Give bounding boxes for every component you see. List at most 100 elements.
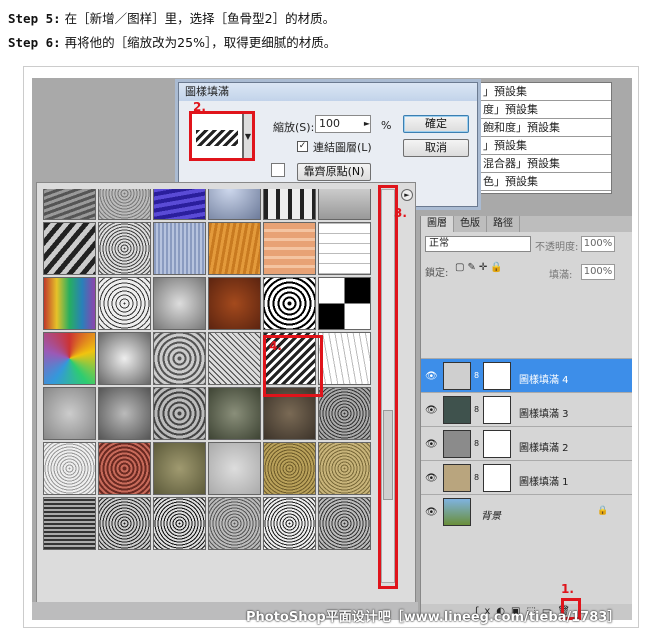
tab-paths[interactable]: 路徑 — [487, 216, 520, 232]
pattern-swatch[interactable] — [98, 222, 151, 275]
link-layer-checkbox[interactable]: ✓ — [297, 141, 308, 152]
pattern-picker: ► 4. — [36, 182, 416, 620]
picker-menu-icon[interactable]: ► — [401, 189, 413, 201]
layer-thumbnail — [443, 430, 471, 458]
annotation-2: 2. — [193, 100, 206, 114]
preset-item[interactable]: 」預設集 — [479, 137, 611, 155]
tab-layers[interactable]: 圖層 — [421, 216, 454, 232]
tab-channels[interactable]: 色版 — [454, 216, 487, 232]
watermark: PhotoShop平面设计吧［www.lineeg.com/tieba/1783… — [246, 610, 621, 625]
lock-icons[interactable]: ▢✎✛🔒 — [455, 262, 506, 273]
pattern-swatch[interactable] — [43, 222, 96, 275]
annotation-3: 3. — [394, 206, 407, 220]
pattern-swatch[interactable] — [153, 189, 206, 220]
pattern-swatch[interactable] — [208, 332, 261, 385]
pattern-swatch[interactable] — [153, 222, 206, 275]
layer-thumbnail — [443, 396, 471, 424]
pattern-swatch[interactable] — [153, 387, 206, 440]
step-5: Step 5: 在［新增／图样］里，选择［鱼骨型2］的材质。 — [8, 8, 335, 27]
fill-field[interactable]: 100% — [581, 264, 615, 280]
pattern-swatch[interactable] — [318, 387, 371, 440]
fill-label: 填滿: — [549, 270, 573, 281]
ok-button[interactable]: 確定 — [403, 115, 469, 133]
eye-icon[interactable]: 👁 — [425, 507, 438, 518]
pattern-swatch[interactable] — [98, 332, 151, 385]
step-6-text: 再将他的［缩放改为25%］，取得更细腻的材质。 — [64, 35, 337, 50]
pattern-swatch[interactable] — [208, 277, 261, 330]
layer-mask — [483, 396, 511, 424]
pattern-swatch[interactable] — [153, 332, 206, 385]
pattern-swatch[interactable] — [98, 277, 151, 330]
layers-panel: 圖層 色版 路徑 正常 不透明度: 100% 鎖定: ▢✎✛🔒 填滿: 100% 👁… — [420, 216, 632, 620]
pattern-swatch[interactable] — [208, 387, 261, 440]
step-6: Step 6: 再将他的［缩放改为25%］，取得更细腻的材质。 — [8, 32, 336, 51]
opacity-label: 不透明度: — [535, 242, 579, 253]
layer-row[interactable]: 👁 8 圖樣填滿 1 — [421, 460, 632, 494]
pattern-swatch[interactable] — [318, 277, 371, 330]
pattern-swatch[interactable] — [98, 497, 151, 550]
pattern-swatch[interactable] — [43, 442, 96, 495]
pattern-swatch[interactable] — [208, 497, 261, 550]
pattern-swatch[interactable] — [263, 442, 316, 495]
pattern-swatch[interactable] — [43, 332, 96, 385]
layer-name: 圖樣填滿 1 — [519, 477, 569, 488]
layer-row[interactable]: 👁 8 圖樣填滿 2 — [421, 426, 632, 460]
layer-row[interactable]: 👁 背景 🔒 — [421, 494, 632, 528]
pattern-swatch[interactable] — [98, 189, 151, 220]
preset-item[interactable]: 混合器」預設集 — [479, 155, 611, 173]
pattern-swatch[interactable] — [153, 442, 206, 495]
pattern-swatch[interactable] — [208, 222, 261, 275]
pattern-swatch[interactable] — [153, 497, 206, 550]
annotation-4: 4. — [269, 339, 282, 353]
eye-icon[interactable]: 👁 — [425, 405, 438, 416]
pattern-swatch[interactable] — [43, 387, 96, 440]
new-preset-icon[interactable] — [271, 163, 285, 177]
pattern-swatch[interactable] — [98, 387, 151, 440]
preset-item[interactable]: 度」預設集 — [479, 101, 611, 119]
preset-item[interactable]: 色」預設集 — [479, 173, 611, 191]
preset-item[interactable]: 飽和度」預設集 — [479, 119, 611, 137]
scale-label: 縮放(S): — [273, 121, 315, 134]
pattern-swatch[interactable] — [263, 277, 316, 330]
pattern-swatch[interactable] — [98, 442, 151, 495]
pattern-swatch[interactable] — [318, 222, 371, 275]
pattern-swatch[interactable] — [208, 442, 261, 495]
preset-item[interactable]: 」預設集 — [479, 83, 611, 101]
opacity-field[interactable]: 100% — [581, 236, 615, 252]
blend-mode-select[interactable]: 正常 — [425, 236, 531, 252]
cancel-button[interactable]: 取消 — [403, 139, 469, 157]
annotation-1: 1. — [561, 582, 574, 596]
lock-label: 鎖定: — [425, 268, 449, 279]
layer-row[interactable]: 👁 8 圖樣填滿 4 — [421, 358, 632, 392]
pattern-swatch[interactable] — [43, 189, 96, 220]
pattern-swatch[interactable] — [43, 277, 96, 330]
pattern-swatch[interactable] — [263, 222, 316, 275]
photoshop-screenshot: 」預設集 度」預設集 飽和度」預設集 」預設集 混合器」預設集 色」預設集 圖樣… — [32, 78, 632, 620]
annotation-box-3 — [378, 185, 398, 589]
pattern-swatch[interactable] — [318, 189, 371, 220]
layer-row[interactable]: 👁 8 圖樣填滿 3 — [421, 392, 632, 426]
eye-icon[interactable]: 👁 — [425, 439, 438, 450]
layer-thumbnail — [443, 498, 471, 526]
layer-name: 背景 — [481, 511, 501, 522]
pattern-swatch[interactable] — [208, 189, 261, 220]
layer-thumbnail — [443, 464, 471, 492]
link-icon: 8 — [474, 439, 480, 448]
pattern-swatch[interactable] — [318, 442, 371, 495]
layer-thumbnail — [443, 362, 471, 390]
lock-icon: 🔒 — [597, 506, 609, 516]
scale-arrow-icon[interactable]: ► — [361, 115, 373, 133]
pattern-swatch[interactable] — [263, 189, 316, 220]
pattern-grid — [43, 189, 377, 581]
snap-origin-button[interactable]: 靠齊原點(N) — [297, 163, 371, 181]
step-6-label: Step 6: — [8, 35, 61, 50]
pattern-swatch[interactable] — [263, 497, 316, 550]
pattern-swatch[interactable] — [43, 497, 96, 550]
pattern-swatch[interactable] — [318, 497, 371, 550]
pattern-swatch[interactable] — [153, 277, 206, 330]
eye-icon[interactable]: 👁 — [425, 473, 438, 484]
link-icon: 8 — [474, 473, 480, 482]
pattern-swatch[interactable] — [318, 332, 371, 385]
eye-icon[interactable]: 👁 — [425, 371, 438, 382]
layer-mask — [483, 430, 511, 458]
